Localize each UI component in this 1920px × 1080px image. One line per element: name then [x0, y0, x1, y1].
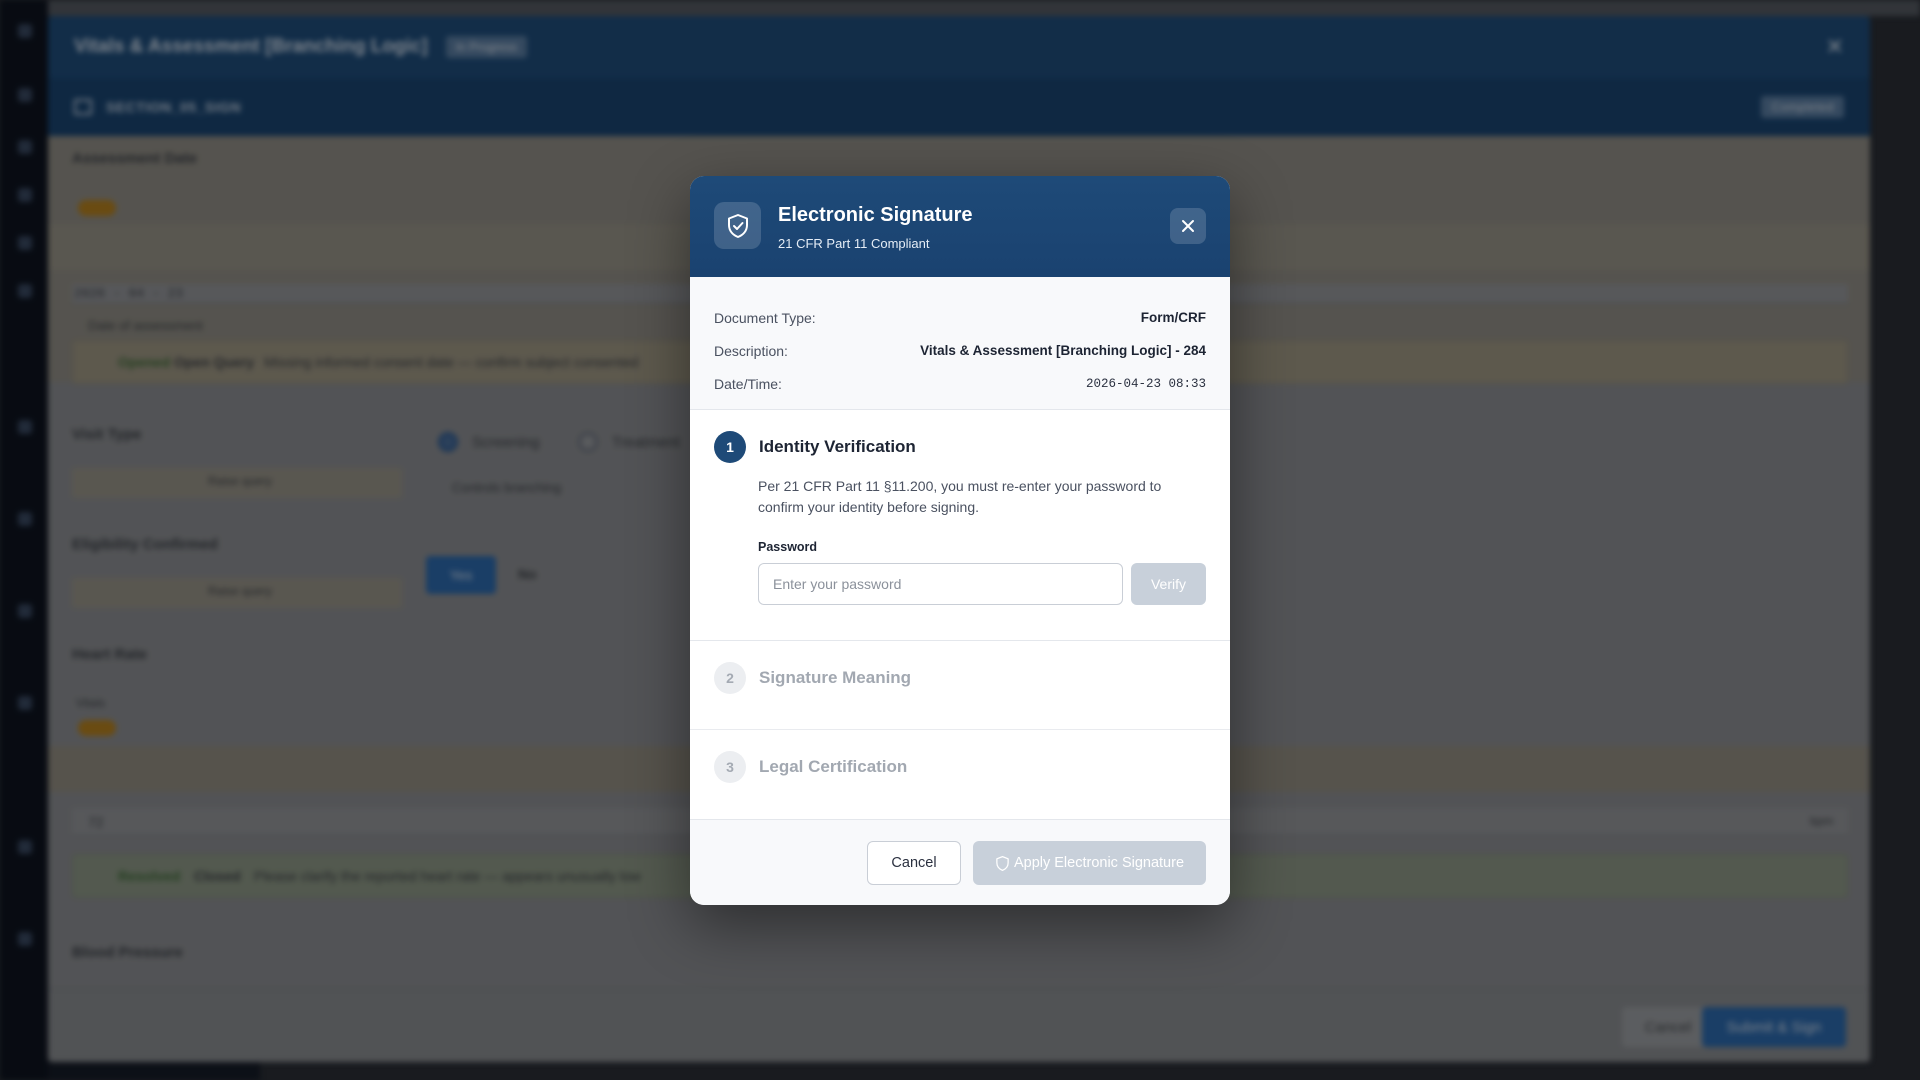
- step-legal-certification: 3 Legal Certification: [690, 730, 1230, 820]
- apply-signature-label: Apply Electronic Signature: [1013, 855, 1185, 871]
- doc-datetime-key: Date/Time:: [714, 375, 782, 392]
- step-3-header: 3 Legal Certification: [714, 751, 907, 783]
- doc-description-row: Description: Vitals & Assessment [Branch…: [714, 334, 1206, 367]
- shield-icon: [996, 855, 1009, 871]
- doc-description-value: Vitals & Assessment [Branching Logic] - …: [920, 343, 1206, 358]
- modal-footer: Cancel Apply Electronic Signature: [690, 820, 1230, 905]
- step-identity-verification: 1 Identity Verification Per 21 CFR Part …: [690, 410, 1230, 641]
- step-2-header: 2 Signature Meaning: [714, 662, 911, 694]
- apply-signature-button[interactable]: Apply Electronic Signature: [973, 841, 1206, 885]
- step-1-header: 1 Identity Verification: [714, 431, 916, 463]
- document-info: Document Type: Form/CRF Description: Vit…: [690, 277, 1230, 410]
- doc-type-key: Document Type:: [714, 309, 816, 326]
- doc-datetime-value: 2026-04-23 08:33: [1085, 376, 1206, 391]
- doc-datetime-row: Date/Time: 2026-04-23 08:33: [714, 367, 1206, 400]
- password-label: Password: [758, 540, 818, 554]
- step-3-number: 3: [714, 751, 746, 783]
- password-input[interactable]: [758, 563, 1123, 605]
- step-signature-meaning: 2 Signature Meaning: [690, 641, 1230, 730]
- doc-type-row: Document Type: Form/CRF: [714, 301, 1206, 334]
- step-1-description: Per 21 CFR Part 11 §11.200, you must re-…: [758, 478, 1162, 515]
- e-signature-modal: Electronic Signature 21 CFR Part 11 Comp…: [690, 176, 1230, 905]
- close-icon[interactable]: [1170, 208, 1206, 244]
- verify-button[interactable]: Verify: [1131, 563, 1206, 605]
- step-1-number: 1: [714, 431, 746, 463]
- modal-subtitle: 21 CFR Part 11 Compliant: [778, 236, 930, 251]
- cancel-button[interactable]: Cancel: [867, 841, 961, 885]
- doc-description-key: Description:: [714, 342, 788, 359]
- doc-type-value: Form/CRF: [1140, 310, 1206, 325]
- step-1-title: Identity Verification: [759, 437, 916, 456]
- step-2-title: Signature Meaning: [759, 668, 912, 687]
- modal-header: Electronic Signature 21 CFR Part 11 Comp…: [690, 176, 1230, 277]
- step-2-number: 2: [714, 662, 746, 694]
- shield-check-icon: [714, 202, 761, 249]
- modal-title: Electronic Signature: [778, 204, 973, 226]
- step-3-title: Legal Certification: [759, 757, 908, 776]
